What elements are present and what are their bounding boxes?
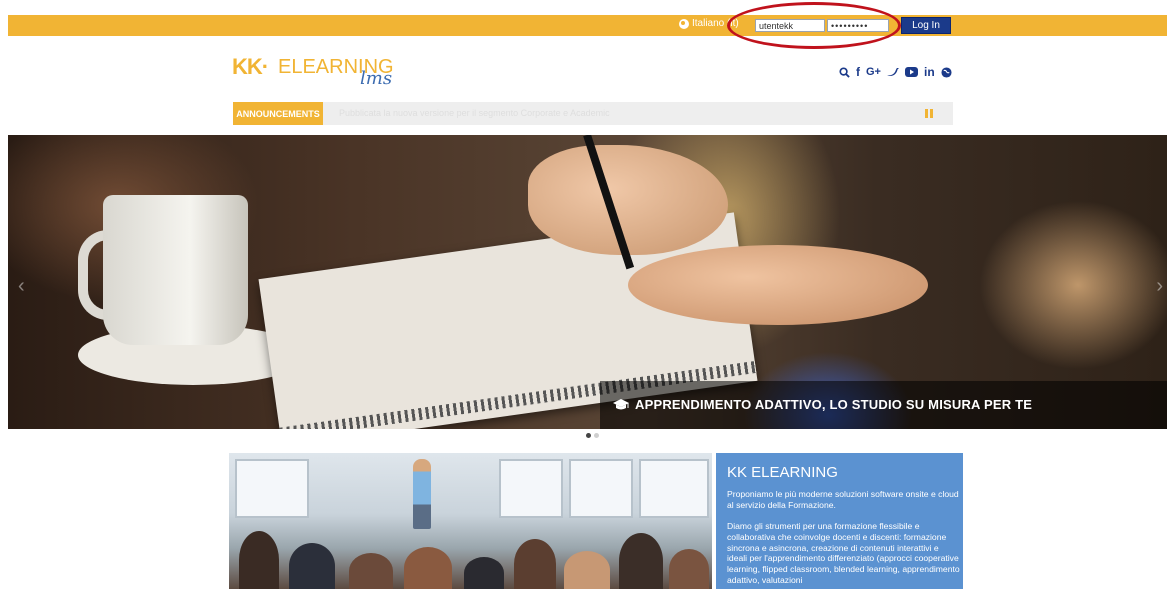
social-icons: f G+ in — [839, 65, 952, 79]
audience-figure — [564, 551, 610, 589]
audience-figure — [619, 533, 663, 589]
slider-next-icon[interactable]: › — [1156, 275, 1163, 298]
audience-figure — [289, 543, 335, 589]
speaker-figure — [413, 459, 431, 529]
announcement-ticker-text[interactable]: Pubblicata la nuova versione per il segm… — [339, 108, 610, 118]
announcements-bar: ANNOUNCEMENTS Pubblicata la nuova versio… — [233, 102, 953, 125]
writing-hand-image — [528, 145, 728, 255]
youtube-icon[interactable] — [904, 67, 918, 77]
hero-caption: APPRENDIMENTO ADATTIVO, LO STUDIO SU MIS… — [613, 397, 1032, 412]
logo-suffix: lms — [360, 68, 393, 89]
globe-icon[interactable] — [941, 66, 952, 78]
pause-icon[interactable] — [925, 109, 933, 118]
username-input[interactable] — [755, 19, 825, 32]
coffee-mug-image — [103, 195, 248, 345]
audience-figure — [669, 549, 709, 589]
twitter-icon[interactable] — [886, 67, 899, 77]
window-image — [235, 459, 309, 518]
audience-figure — [514, 539, 556, 589]
about-paragraph-2: Diamo gli strumenti per una formazione f… — [727, 521, 960, 585]
logo-mark: KK· — [232, 54, 269, 79]
linkedin-icon[interactable]: in — [924, 65, 935, 79]
slider-dots — [586, 433, 599, 438]
slider-dot-1[interactable] — [586, 433, 591, 438]
google-plus-icon[interactable]: G+ — [866, 66, 881, 78]
language-selector[interactable]: Italiano (it) — [679, 18, 739, 29]
password-input[interactable] — [827, 19, 889, 32]
about-title: KK ELEARNING — [727, 464, 838, 481]
audience-figure — [349, 553, 393, 589]
language-label: Italiano (it) — [692, 18, 739, 29]
graduation-cap-icon — [613, 398, 629, 409]
globe-icon — [679, 18, 689, 29]
window-image — [569, 459, 633, 518]
site-logo[interactable]: KK· ELEARNING lms — [232, 52, 432, 92]
audience-figure — [464, 557, 504, 589]
facebook-icon[interactable]: f — [856, 65, 860, 79]
about-box: KK ELEARNING Proponiamo le più moderne s… — [716, 453, 963, 589]
audience-figure — [239, 531, 279, 589]
window-image — [639, 459, 709, 518]
audience-figure — [404, 547, 452, 589]
hero-slider: ‹ › APPRENDIMENTO ADATTIVO, LO STUDIO SU… — [8, 135, 1167, 429]
about-paragraph-1: Proponiamo le più moderne soluzioni soft… — [727, 489, 959, 510]
window-image — [499, 459, 563, 518]
login-button[interactable]: Log In — [901, 17, 951, 34]
hero-caption-text: APPRENDIMENTO ADATTIVO, LO STUDIO SU MIS… — [635, 397, 1033, 412]
slider-dot-2[interactable] — [594, 433, 599, 438]
slider-prev-icon[interactable]: ‹ — [18, 275, 25, 298]
announcements-label: ANNOUNCEMENTS — [233, 102, 323, 125]
search-icon[interactable] — [839, 66, 850, 78]
top-bar: Italiano (it) Log In — [8, 15, 1167, 36]
resting-hand-image — [628, 245, 928, 325]
classroom-image — [229, 453, 712, 589]
